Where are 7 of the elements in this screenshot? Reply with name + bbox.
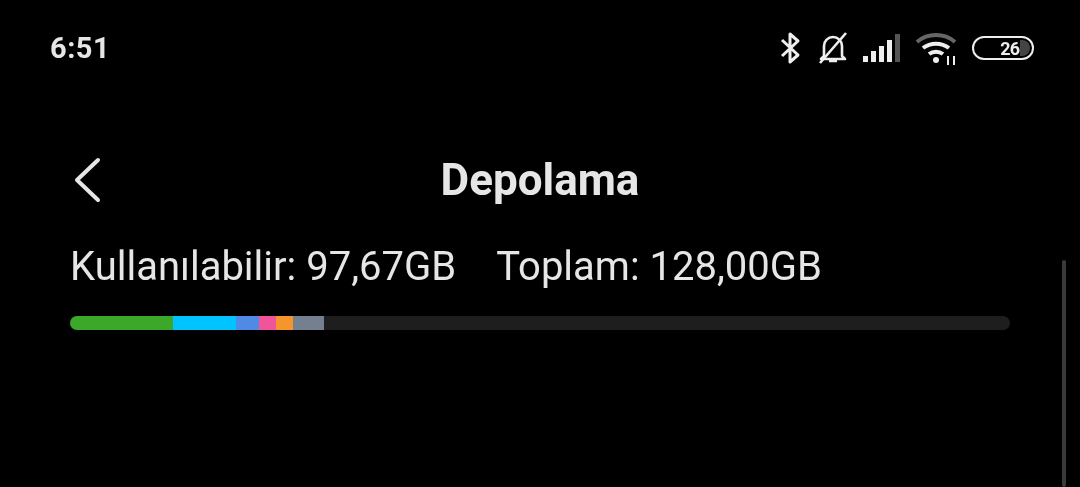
status-time: 6:51 [50,31,111,65]
available-storage: Kullanılabilir: 97,67GB [70,243,457,290]
battery-icon: 26 [972,36,1034,60]
page-title: Depolama [440,154,640,206]
signal-icon [862,33,902,63]
total-storage: Toplam: 128,00GB [496,243,822,290]
muted-bell-icon [816,30,850,66]
